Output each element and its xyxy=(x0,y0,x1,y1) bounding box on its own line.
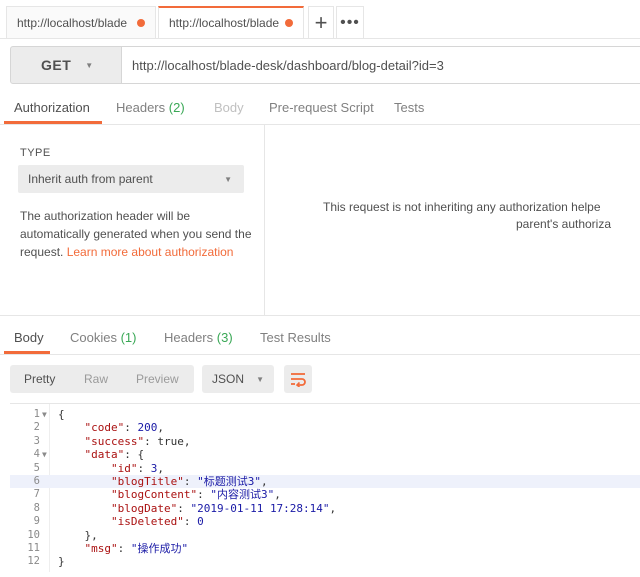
code-line: 5 "id": 3, xyxy=(10,462,640,475)
tab-bar-divider xyxy=(0,38,640,39)
response-body-editor[interactable]: 1 ▼{2 "code": 200, 3 "success": true, 4 ▼ "d… xyxy=(10,403,640,572)
line-number: 8 xyxy=(33,501,40,514)
line-number: 2 xyxy=(33,421,40,434)
learn-more-link[interactable]: Learn more about authorization xyxy=(67,245,234,259)
code-line: 8 "blogDate": "2019-01-11 17:28:14", xyxy=(10,502,640,515)
request-tab-bar: http://localhost/blade http://localhost/… xyxy=(0,0,640,40)
divider xyxy=(0,354,640,355)
wrap-lines-button[interactable] xyxy=(284,365,312,393)
line-number: 3 xyxy=(33,434,40,447)
auth-settings-panel: TYPE Inherit auth from parent ▼ The auth… xyxy=(0,125,265,315)
line-number: 12 xyxy=(27,555,40,568)
code-line: 6 "blogTitle": "标题测试3", xyxy=(10,475,640,489)
view-mode-group: Pretty Raw Preview xyxy=(10,365,194,393)
headers-count-badge: (2) xyxy=(168,100,185,115)
chevron-down-icon: ▼ xyxy=(85,60,94,70)
preview-button[interactable]: Preview xyxy=(136,372,179,386)
code-text: "code": 200, xyxy=(84,421,165,435)
auth-type-select[interactable]: Inherit auth from parent ▼ xyxy=(18,165,244,193)
more-tabs-button[interactable]: ••• xyxy=(336,6,364,38)
response-tab-headers-label: Headers xyxy=(164,330,214,345)
request-tab-1[interactable]: http://localhost/blade xyxy=(6,6,156,38)
code-text: "blogTitle": "标题测试3", xyxy=(110,475,268,488)
code-text: "data": { xyxy=(84,448,145,462)
url-value: http://localhost/blade-desk/dashboard/bl… xyxy=(132,57,444,73)
raw-button[interactable]: Raw xyxy=(84,372,108,386)
tab-prerequest-script[interactable]: Pre-request Script xyxy=(269,100,374,115)
line-number: 6 xyxy=(33,475,40,487)
tab-body[interactable]: Body xyxy=(214,100,244,115)
new-tab-button[interactable]: + xyxy=(308,6,334,38)
code-text: "success": true, xyxy=(84,434,191,448)
request-tabs: Authorization Headers (2) Body Pre-reque… xyxy=(0,96,640,124)
pretty-button[interactable]: Pretty xyxy=(24,372,55,386)
response-tab-test-results[interactable]: Test Results xyxy=(260,330,331,345)
chevron-down-icon: ▼ xyxy=(256,374,264,384)
method-select[interactable]: GET ▼ xyxy=(10,46,122,84)
code-text: "msg": "操作成功" xyxy=(84,542,189,555)
line-number: 9 xyxy=(33,515,40,528)
code-line: 7 "blogContent": "内容测试3", xyxy=(10,488,640,501)
url-input[interactable]: http://localhost/blade-desk/dashboard/bl… xyxy=(122,46,640,84)
language-select[interactable]: JSON ▼ xyxy=(202,365,274,393)
auth-info-message: This request is not inheriting any autho… xyxy=(323,200,601,214)
line-number: 5 xyxy=(33,461,40,474)
line-number: 1 xyxy=(33,408,40,420)
line-number: 4 xyxy=(33,448,40,461)
code-text: "blogDate": "2019-01-11 17:28:14", xyxy=(110,501,337,515)
auth-description: The authorization header will be automat… xyxy=(20,207,252,261)
response-tab-body[interactable]: Body xyxy=(14,330,44,345)
request-tab-label: http://localhost/blade xyxy=(169,16,279,30)
line-number: 10 xyxy=(27,528,40,541)
code-text: } xyxy=(58,555,65,569)
language-value: JSON xyxy=(212,372,245,386)
code-line: 12} xyxy=(10,555,640,568)
auth-type-value: Inherit auth from parent xyxy=(28,172,153,186)
code-line: 10 }, xyxy=(10,529,640,542)
request-tab-2[interactable]: http://localhost/blade xyxy=(158,6,304,38)
response-tab-cookies[interactable]: Cookies (1) xyxy=(70,330,136,345)
auth-info-panel: This request is not inheriting any autho… xyxy=(266,125,640,315)
request-tab-label: http://localhost/blade xyxy=(17,15,128,30)
code-text: "id": 3, xyxy=(110,461,164,475)
code-text: }, xyxy=(58,528,98,542)
code-text: "isDeleted": 0 xyxy=(110,515,204,529)
tab-tests[interactable]: Tests xyxy=(394,100,424,115)
cookies-count-badge: (1) xyxy=(120,330,137,345)
line-number: 7 xyxy=(33,488,40,501)
auth-info-message-line2: parent's authoriza xyxy=(516,217,612,231)
unsaved-dot-icon xyxy=(285,19,293,27)
response-tab-cookies-label: Cookies xyxy=(70,330,117,345)
fold-toggle-icon[interactable]: ▼ xyxy=(42,448,47,461)
tab-headers[interactable]: Headers (2) xyxy=(116,100,185,115)
code-text: "blogContent": "内容测试3", xyxy=(110,488,281,502)
unsaved-dot-icon xyxy=(137,18,145,27)
code-line: 4 ▼ "data": { xyxy=(10,448,640,461)
code-line: 11 "msg": "操作成功" xyxy=(10,542,640,555)
fold-toggle-icon[interactable]: ▼ xyxy=(42,408,47,421)
code-text: { xyxy=(58,408,65,421)
wrap-lines-icon xyxy=(291,373,306,387)
code-line: 3 "success": true, xyxy=(10,435,640,448)
response-tab-headers[interactable]: Headers (3) xyxy=(164,330,233,345)
response-headers-count-badge: (3) xyxy=(216,330,233,345)
code-line: 2 "code": 200, xyxy=(10,421,640,434)
code-line: 9 "isDeleted": 0 xyxy=(10,515,640,528)
method-value: GET xyxy=(41,57,72,73)
chevron-down-icon: ▼ xyxy=(224,174,232,184)
divider xyxy=(0,315,640,316)
line-number: 11 xyxy=(27,542,40,554)
tab-headers-label: Headers xyxy=(116,100,166,115)
auth-type-label: TYPE xyxy=(20,147,51,159)
tab-authorization[interactable]: Authorization xyxy=(14,100,90,115)
code-line: 1 ▼ { xyxy=(10,408,640,421)
